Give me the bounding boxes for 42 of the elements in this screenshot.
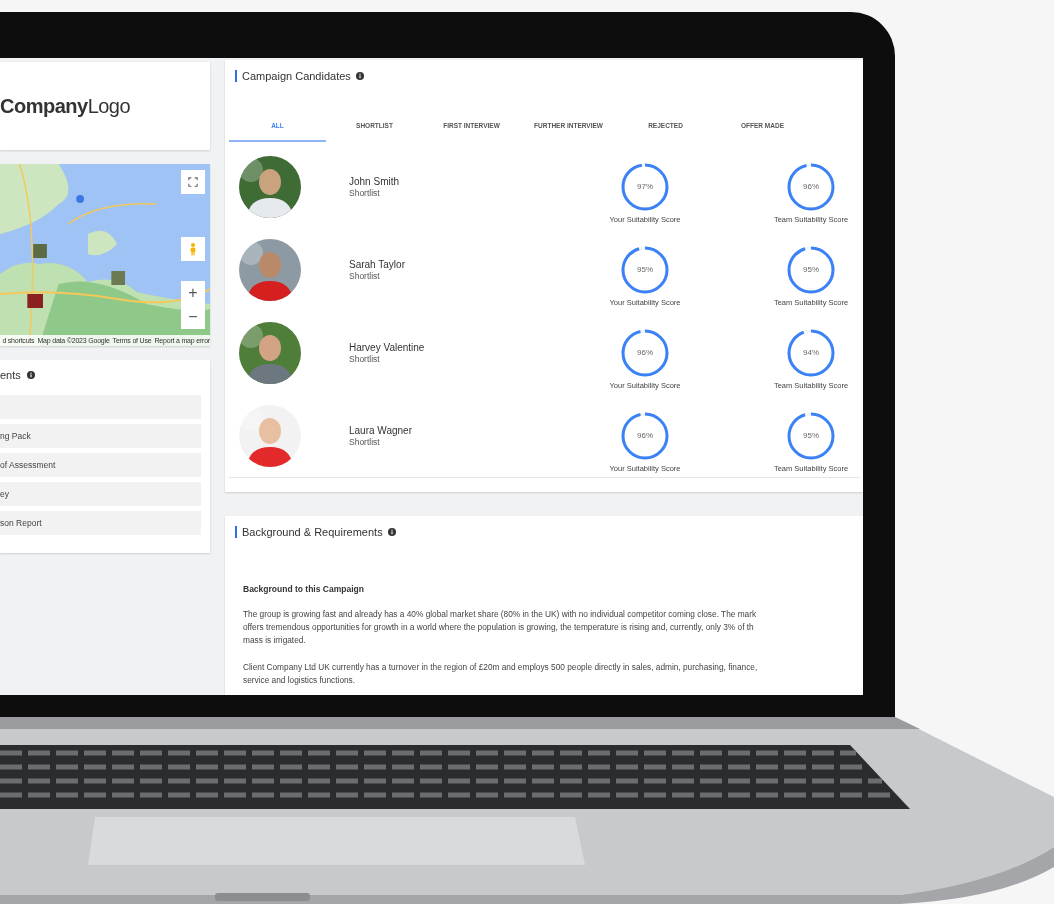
score-value: 94% xyxy=(803,348,819,357)
candidate-status: Shortlist xyxy=(349,270,381,281)
subheading: Background to this Campaign xyxy=(243,584,365,594)
info-icon xyxy=(26,371,35,379)
score-ring xyxy=(786,161,836,212)
fullscreen-icon xyxy=(188,177,198,187)
score-value: 96% xyxy=(637,431,653,440)
score-value: 96% xyxy=(803,182,819,191)
score-ring xyxy=(620,327,670,378)
candidate-status: Shortlist xyxy=(349,353,381,364)
candidate-status: Shortlist xyxy=(349,187,381,198)
section-title: Campaign Candidates xyxy=(242,70,351,82)
fullscreen-button[interactable] xyxy=(181,170,205,194)
document-item[interactable]: ng Pack xyxy=(0,424,201,448)
paragraph: Client Company Ltd UK currently has a turnover in the region of £20m and employs 500 people directly in sales, admin, purchasing, finance, service and logistics functions. xyxy=(243,661,759,687)
candidate-name: Harvey Valentine xyxy=(349,341,426,353)
section-title: Background & Requirements xyxy=(242,526,383,538)
company-logo: CompanyLogo xyxy=(0,94,131,118)
candidate-name: Sarah Taylor xyxy=(349,258,406,270)
info-icon xyxy=(355,72,364,80)
score-value: 97% xyxy=(637,182,653,191)
score-value: 95% xyxy=(803,265,819,274)
score-ring xyxy=(620,244,670,295)
section-title: ents xyxy=(0,369,21,381)
street-view-button[interactable] xyxy=(181,237,205,261)
score-value: 96% xyxy=(637,348,653,357)
score-ring xyxy=(786,410,836,461)
document-item[interactable]: of Assessment xyxy=(0,453,201,477)
candidate-name: Laura Wagner xyxy=(349,424,413,436)
score-ring xyxy=(786,244,836,295)
person-icon xyxy=(189,242,197,256)
candidate-name: John Smith xyxy=(349,175,401,187)
score-ring xyxy=(620,410,670,461)
score-ring xyxy=(620,161,670,212)
paragraph: The group is growing fast and already has a 40% global market share (80% in the UK) with no individual competitor coming close. The mark offers tremendous opportunities for growth in a world where the population is growing, the temperature is rising and, currently, only 3% of th mass is irrigated. xyxy=(243,608,758,647)
document-item[interactable]: ey xyxy=(0,482,201,506)
score-ring xyxy=(786,327,836,378)
document-item[interactable]: son Report xyxy=(0,511,201,535)
score-value: 95% xyxy=(803,431,819,440)
score-value: 95% xyxy=(637,265,653,274)
candidate-status: Shortlist xyxy=(349,436,381,447)
info-icon xyxy=(387,528,396,536)
